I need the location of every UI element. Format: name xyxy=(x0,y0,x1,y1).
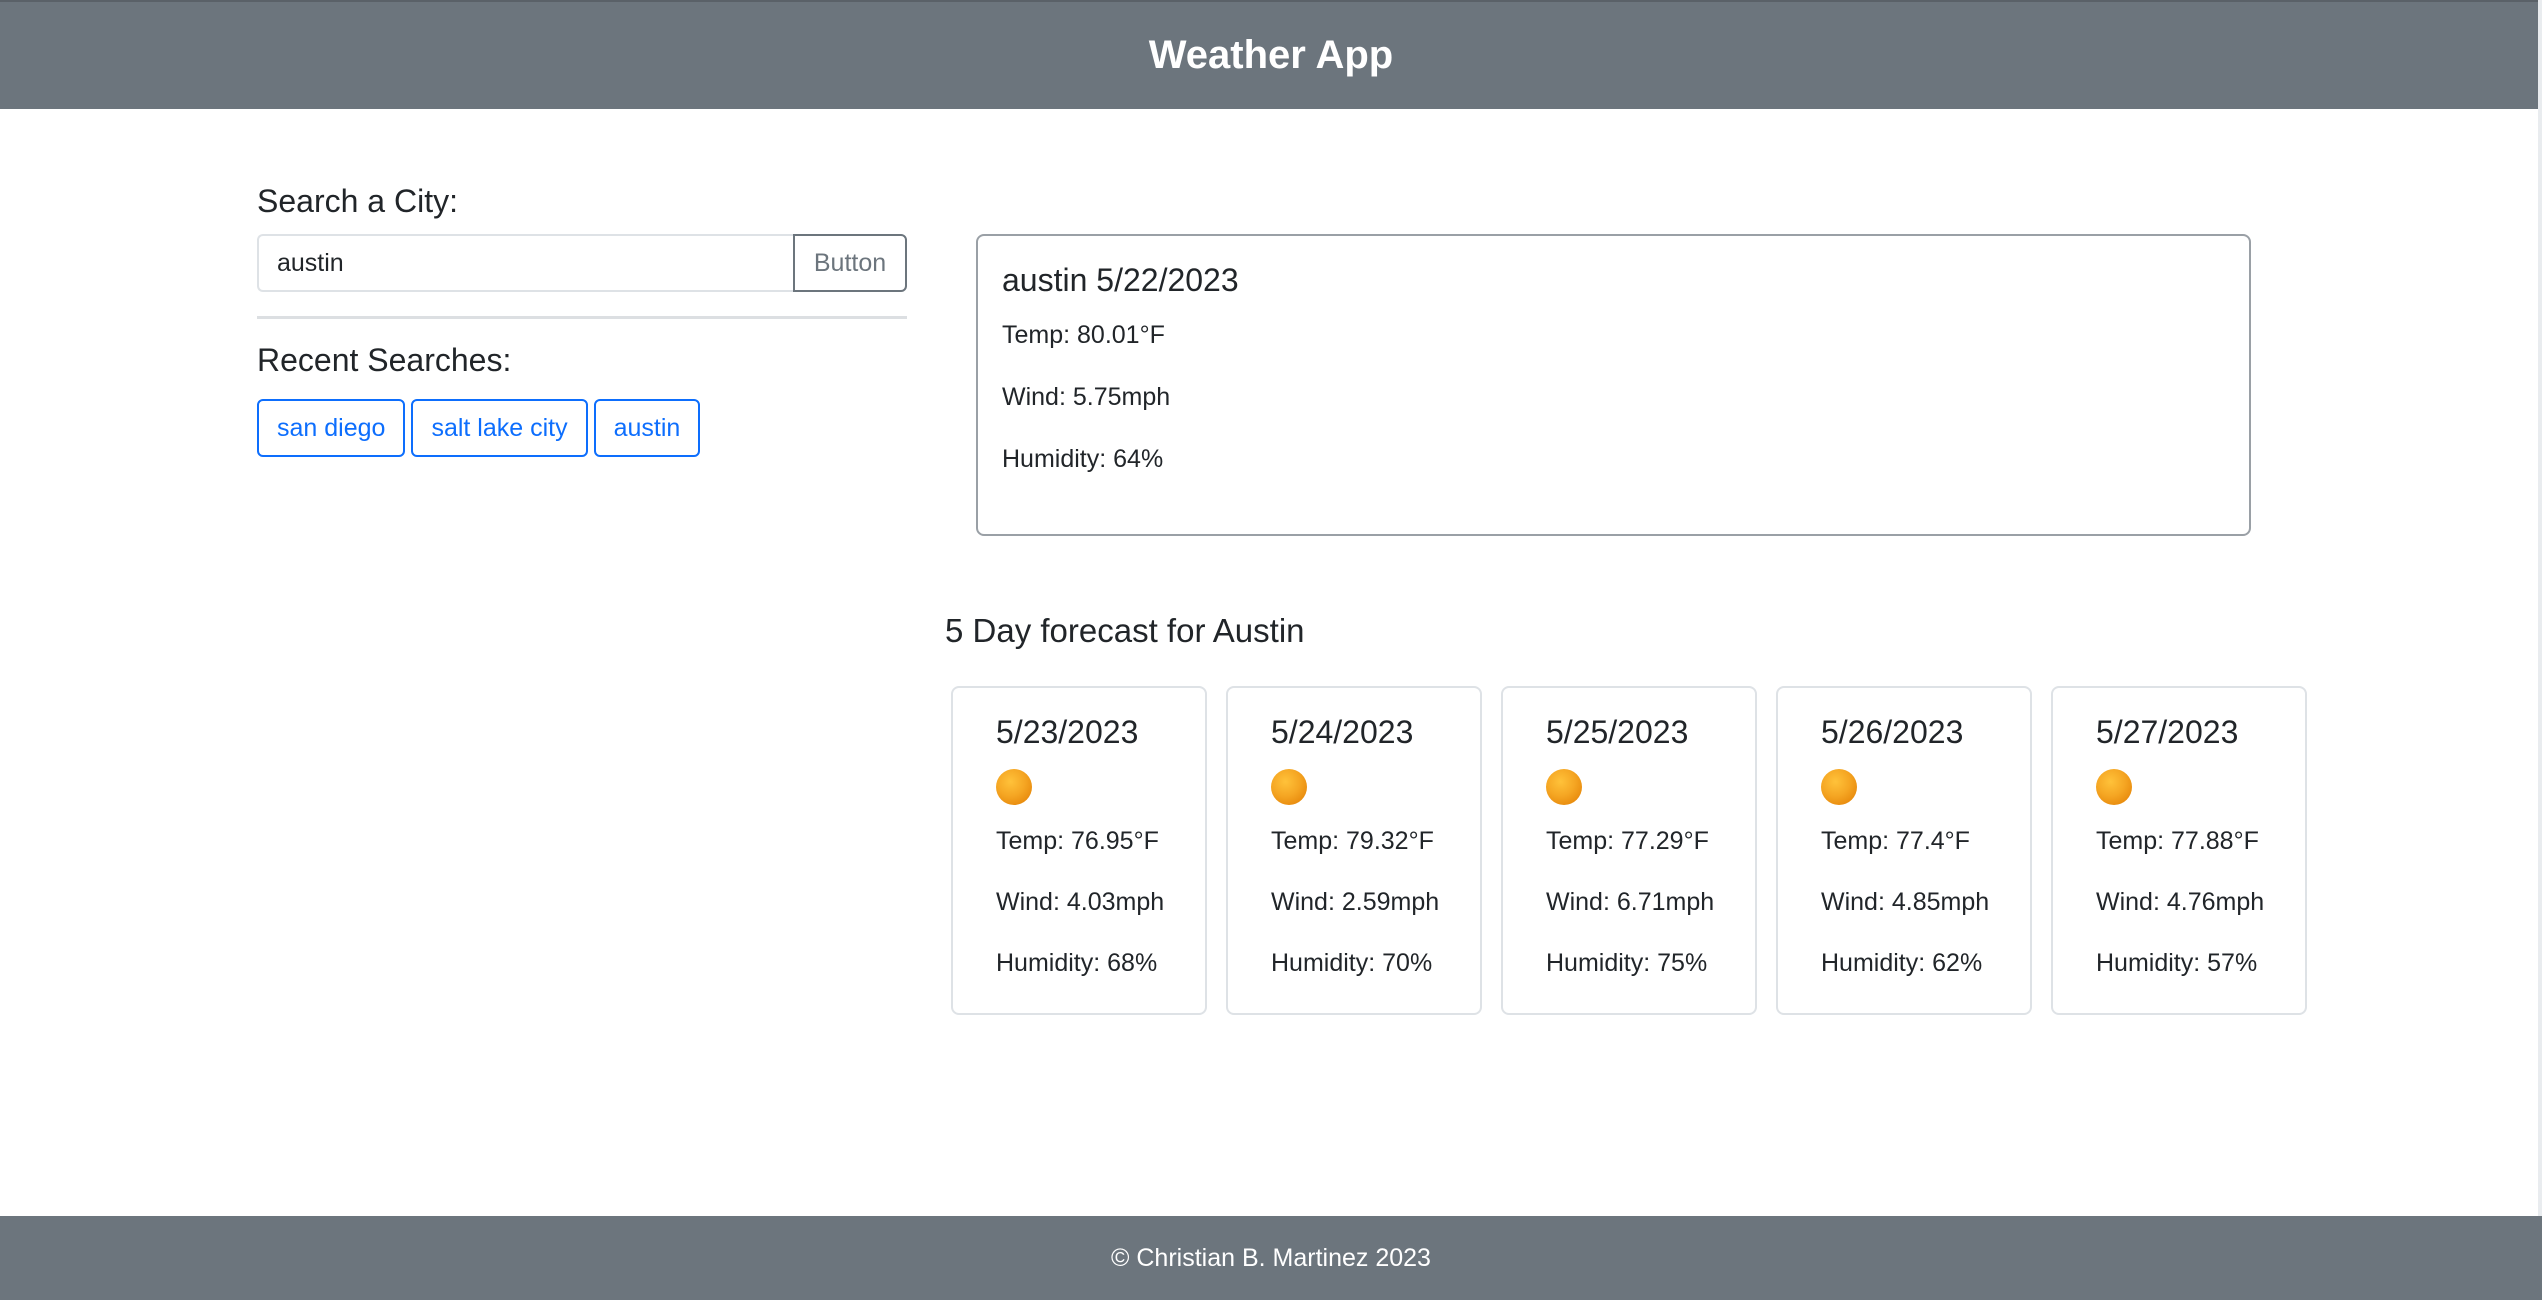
forecast-title: 5 Day forecast for Austin xyxy=(945,612,1305,649)
sun-icon xyxy=(1271,769,1307,805)
sun-icon xyxy=(996,769,1032,805)
forecast-humidity: Humidity: 57% xyxy=(2096,949,2258,977)
forecast-date: 5/27/2023 xyxy=(2096,714,2239,750)
forecast-humidity: Humidity: 75% xyxy=(1546,949,1708,977)
forecast-day-card: 5/23/2023 Temp: 76.95°F Wind: 4.03mph Hu… xyxy=(951,686,1207,1015)
sun-icon xyxy=(1546,769,1582,805)
current-weather-card: austin 5/22/2023 Temp: 80.01°F Wind: 5.7… xyxy=(976,234,2251,536)
search-group: Button xyxy=(257,234,907,292)
recent-searches-list: san diego salt lake city austin xyxy=(257,399,701,457)
forecast-wind: Wind: 6.71mph xyxy=(1546,888,1715,916)
app-header: Weather App xyxy=(0,0,2542,109)
forecast-date: 5/23/2023 xyxy=(996,714,1139,750)
forecast-humidity: Humidity: 68% xyxy=(996,949,1158,977)
search-button[interactable]: Button xyxy=(793,234,907,292)
recent-search-button[interactable]: san diego xyxy=(257,399,406,457)
search-input[interactable] xyxy=(257,234,793,292)
forecast-temp: Temp: 79.32°F xyxy=(1271,827,1434,855)
forecast-day-card: 5/27/2023 Temp: 77.88°F Wind: 4.76mph Hu… xyxy=(2051,686,2307,1015)
app-title: Weather App xyxy=(1148,33,1394,77)
forecast-humidity: Humidity: 70% xyxy=(1271,949,1433,977)
scrollbar[interactable] xyxy=(2538,0,2542,1300)
app-footer: © Christian B. Martinez 2023 xyxy=(0,1216,2542,1300)
forecast-wind: Wind: 4.85mph xyxy=(1821,888,1990,916)
forecast-date: 5/25/2023 xyxy=(1546,714,1689,750)
forecast-day-card: 5/25/2023 Temp: 77.29°F Wind: 6.71mph Hu… xyxy=(1501,686,1757,1015)
recent-search-button[interactable]: austin xyxy=(593,399,701,457)
sun-icon xyxy=(2096,769,2132,805)
forecast-wind: Wind: 2.59mph xyxy=(1271,888,1440,916)
forecast-humidity: Humidity: 62% xyxy=(1821,949,1983,977)
forecast-row: 5/23/2023 Temp: 76.95°F Wind: 4.03mph Hu… xyxy=(951,686,2307,1015)
forecast-wind: Wind: 4.03mph xyxy=(996,888,1165,916)
forecast-date: 5/26/2023 xyxy=(1821,714,1964,750)
forecast-day-card: 5/26/2023 Temp: 77.4°F Wind: 4.85mph Hum… xyxy=(1776,686,2032,1015)
recent-searches-label: Recent Searches: xyxy=(257,342,512,378)
current-temp: Temp: 80.01°F xyxy=(1002,321,1165,349)
forecast-temp: Temp: 76.95°F xyxy=(996,827,1159,855)
forecast-day-card: 5/24/2023 Temp: 79.32°F Wind: 2.59mph Hu… xyxy=(1226,686,1482,1015)
forecast-temp: Temp: 77.29°F xyxy=(1546,827,1709,855)
forecast-temp: Temp: 77.4°F xyxy=(1821,827,1970,855)
current-weather-title: austin 5/22/2023 xyxy=(1002,262,1239,298)
forecast-temp: Temp: 77.88°F xyxy=(2096,827,2259,855)
current-humidity: Humidity: 64% xyxy=(1002,445,1164,473)
current-wind: Wind: 5.75mph xyxy=(1002,383,1171,411)
sun-icon xyxy=(1821,769,1857,805)
search-label: Search a City: xyxy=(257,183,458,219)
forecast-date: 5/24/2023 xyxy=(1271,714,1414,750)
divider xyxy=(257,316,907,319)
forecast-wind: Wind: 4.76mph xyxy=(2096,888,2265,916)
recent-search-button[interactable]: salt lake city xyxy=(411,399,588,457)
footer-text: © Christian B. Martinez 2023 xyxy=(1111,1243,1431,1272)
